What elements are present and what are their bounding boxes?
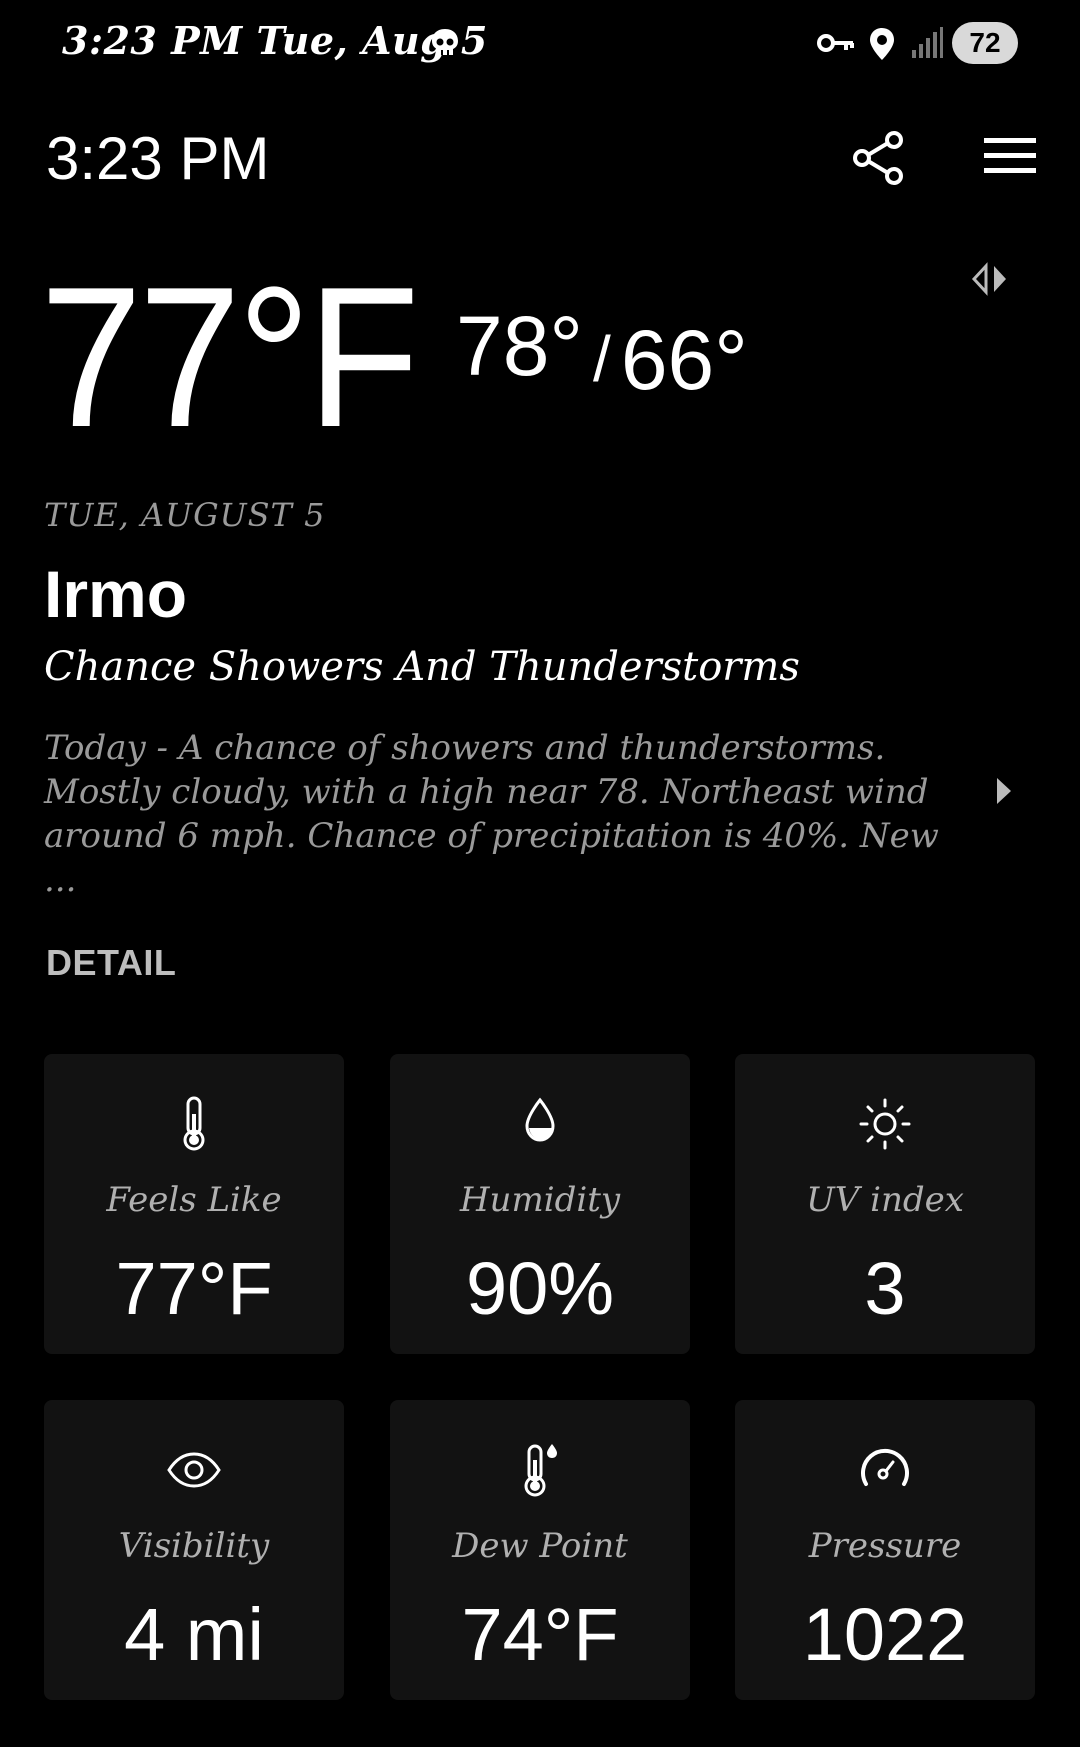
detail-card-value: 4 mi [124, 1593, 264, 1676]
vpn-key-icon [816, 28, 856, 63]
detail-card-visibility: Visibility 4 mi [44, 1400, 344, 1700]
detail-card-uv-index: UV index 3 [735, 1054, 1035, 1354]
low-temperature: 66° [620, 313, 748, 407]
skull-icon [428, 26, 462, 65]
droplet-icon [390, 1096, 690, 1152]
battery-level: 72 [969, 27, 1001, 58]
detail-card-value: 1022 [802, 1593, 968, 1676]
detail-card-label: Pressure [808, 1526, 962, 1566]
eye-icon [44, 1442, 344, 1498]
high-low-separator: / [593, 323, 611, 395]
detail-card-pressure: Pressure 1022 [735, 1400, 1035, 1700]
location-switch-arrows-icon[interactable] [968, 262, 1014, 296]
location-icon [868, 26, 896, 67]
forecast-date: TUE, AUGUST 5 [44, 496, 326, 534]
sun-icon [735, 1096, 1035, 1152]
status-time-date: 3:23 PM Tue, Aug 5 [62, 18, 488, 63]
thermometer-icon [44, 1096, 344, 1152]
detail-card-humidity: Humidity 90% [390, 1054, 690, 1354]
detail-card-feels-like: Feels Like 77°F [44, 1054, 344, 1354]
app-bar-time: 3:23 PM [46, 125, 270, 192]
forecast-description[interactable]: Today - A chance of showers and thunders… [44, 726, 964, 902]
detail-section-header: DETAIL [46, 942, 177, 983]
current-temperature: 77°F [40, 246, 420, 469]
detail-card-value: 90% [465, 1247, 615, 1330]
weather-condition: Chance Showers And Thunderstorms [44, 644, 800, 690]
chevron-right-icon[interactable] [994, 776, 1014, 806]
high-low-temperature: 78°/66° [456, 304, 748, 409]
detail-card-label: Feels Like [106, 1180, 282, 1220]
detail-card-value: 74°F [461, 1593, 619, 1676]
dew-point-icon [390, 1442, 690, 1498]
detail-card-value: 3 [864, 1247, 906, 1330]
detail-card-dew-point: Dew Point 74°F [390, 1400, 690, 1700]
detail-card-label: Dew Point [452, 1526, 628, 1566]
share-icon[interactable] [848, 128, 908, 188]
detail-card-label: UV index [806, 1180, 964, 1220]
detail-card-label: Visibility [118, 1526, 270, 1566]
detail-card-label: Humidity [459, 1180, 621, 1220]
signal-icon [910, 26, 944, 65]
menu-icon[interactable] [982, 134, 1040, 178]
high-temperature: 78° [456, 299, 584, 393]
city-name: Irmo [44, 557, 188, 631]
status-bar: 3:23 PM Tue, Aug 5 72 [0, 0, 1080, 90]
battery-icon: 72 [952, 22, 1018, 64]
gauge-icon [735, 1442, 1035, 1498]
detail-card-value: 77°F [115, 1247, 273, 1330]
